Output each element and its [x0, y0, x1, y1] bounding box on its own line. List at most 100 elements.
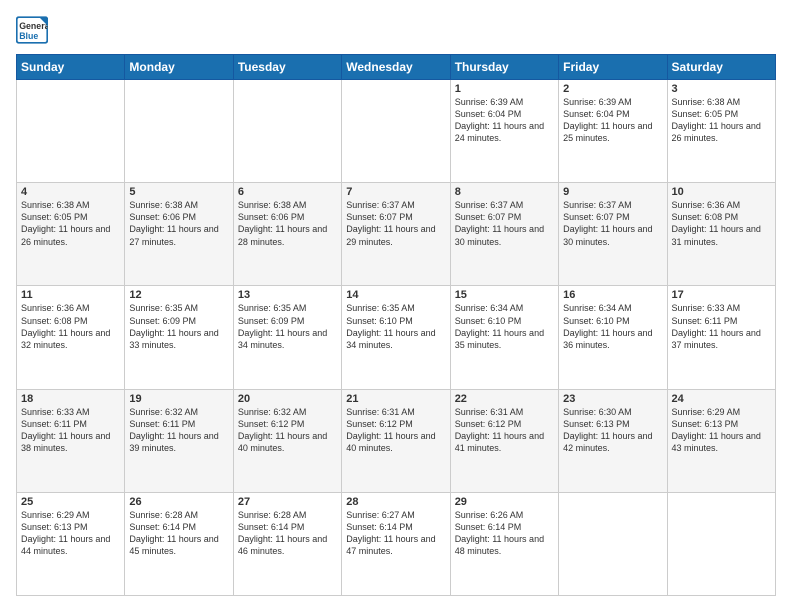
day-number: 10 [672, 186, 771, 198]
calendar-table: SundayMondayTuesdayWednesdayThursdayFrid… [16, 54, 776, 596]
day-info: Sunrise: 6:34 AM Sunset: 6:10 PM Dayligh… [455, 302, 554, 351]
day-info: Sunrise: 6:37 AM Sunset: 6:07 PM Dayligh… [563, 199, 662, 248]
day-info: Sunrise: 6:26 AM Sunset: 6:14 PM Dayligh… [455, 509, 554, 558]
day-number: 18 [21, 393, 120, 405]
day-number: 27 [238, 496, 337, 508]
day-number: 15 [455, 289, 554, 301]
calendar-day [17, 80, 125, 183]
day-info: Sunrise: 6:39 AM Sunset: 6:04 PM Dayligh… [455, 96, 554, 145]
calendar-day: 28 Sunrise: 6:27 AM Sunset: 6:14 PM Dayl… [342, 492, 450, 595]
day-info: Sunrise: 6:32 AM Sunset: 6:11 PM Dayligh… [129, 406, 228, 455]
day-number: 5 [129, 186, 228, 198]
weekday-header-saturday: Saturday [667, 55, 775, 80]
day-number: 11 [21, 289, 120, 301]
day-number: 4 [21, 186, 120, 198]
day-number: 22 [455, 393, 554, 405]
day-info: Sunrise: 6:29 AM Sunset: 6:13 PM Dayligh… [672, 406, 771, 455]
weekday-header-row: SundayMondayTuesdayWednesdayThursdayFrid… [17, 55, 776, 80]
calendar-week-1: 1 Sunrise: 6:39 AM Sunset: 6:04 PM Dayli… [17, 80, 776, 183]
day-number: 2 [563, 83, 662, 95]
page: General Blue SundayMondayTuesdayWednesda… [0, 0, 792, 612]
day-info: Sunrise: 6:33 AM Sunset: 6:11 PM Dayligh… [21, 406, 120, 455]
calendar-day: 8 Sunrise: 6:37 AM Sunset: 6:07 PM Dayli… [450, 183, 558, 286]
day-info: Sunrise: 6:37 AM Sunset: 6:07 PM Dayligh… [346, 199, 445, 248]
calendar-day: 26 Sunrise: 6:28 AM Sunset: 6:14 PM Dayl… [125, 492, 233, 595]
calendar-week-5: 25 Sunrise: 6:29 AM Sunset: 6:13 PM Dayl… [17, 492, 776, 595]
header: General Blue [16, 16, 776, 44]
day-info: Sunrise: 6:34 AM Sunset: 6:10 PM Dayligh… [563, 302, 662, 351]
day-info: Sunrise: 6:36 AM Sunset: 6:08 PM Dayligh… [21, 302, 120, 351]
day-info: Sunrise: 6:33 AM Sunset: 6:11 PM Dayligh… [672, 302, 771, 351]
day-info: Sunrise: 6:30 AM Sunset: 6:13 PM Dayligh… [563, 406, 662, 455]
day-number: 20 [238, 393, 337, 405]
calendar-day: 12 Sunrise: 6:35 AM Sunset: 6:09 PM Dayl… [125, 286, 233, 389]
weekday-header-tuesday: Tuesday [233, 55, 341, 80]
day-number: 3 [672, 83, 771, 95]
day-number: 7 [346, 186, 445, 198]
calendar-day: 19 Sunrise: 6:32 AM Sunset: 6:11 PM Dayl… [125, 389, 233, 492]
calendar-day: 6 Sunrise: 6:38 AM Sunset: 6:06 PM Dayli… [233, 183, 341, 286]
weekday-header-friday: Friday [559, 55, 667, 80]
day-info: Sunrise: 6:36 AM Sunset: 6:08 PM Dayligh… [672, 199, 771, 248]
day-info: Sunrise: 6:29 AM Sunset: 6:13 PM Dayligh… [21, 509, 120, 558]
calendar-day [667, 492, 775, 595]
day-number: 13 [238, 289, 337, 301]
calendar-day: 18 Sunrise: 6:33 AM Sunset: 6:11 PM Dayl… [17, 389, 125, 492]
day-number: 12 [129, 289, 228, 301]
calendar-day: 29 Sunrise: 6:26 AM Sunset: 6:14 PM Dayl… [450, 492, 558, 595]
calendar-day: 20 Sunrise: 6:32 AM Sunset: 6:12 PM Dayl… [233, 389, 341, 492]
calendar-day: 3 Sunrise: 6:38 AM Sunset: 6:05 PM Dayli… [667, 80, 775, 183]
day-number: 8 [455, 186, 554, 198]
calendar-day: 24 Sunrise: 6:29 AM Sunset: 6:13 PM Dayl… [667, 389, 775, 492]
day-info: Sunrise: 6:32 AM Sunset: 6:12 PM Dayligh… [238, 406, 337, 455]
day-number: 17 [672, 289, 771, 301]
svg-text:Blue: Blue [19, 31, 38, 41]
calendar-day: 25 Sunrise: 6:29 AM Sunset: 6:13 PM Dayl… [17, 492, 125, 595]
weekday-header-wednesday: Wednesday [342, 55, 450, 80]
logo-icon: General Blue [16, 16, 48, 44]
day-info: Sunrise: 6:35 AM Sunset: 6:10 PM Dayligh… [346, 302, 445, 351]
calendar-day: 22 Sunrise: 6:31 AM Sunset: 6:12 PM Dayl… [450, 389, 558, 492]
day-number: 19 [129, 393, 228, 405]
day-info: Sunrise: 6:37 AM Sunset: 6:07 PM Dayligh… [455, 199, 554, 248]
calendar-day: 5 Sunrise: 6:38 AM Sunset: 6:06 PM Dayli… [125, 183, 233, 286]
calendar-day [342, 80, 450, 183]
calendar-day: 27 Sunrise: 6:28 AM Sunset: 6:14 PM Dayl… [233, 492, 341, 595]
day-number: 25 [21, 496, 120, 508]
day-info: Sunrise: 6:38 AM Sunset: 6:05 PM Dayligh… [21, 199, 120, 248]
calendar-day: 11 Sunrise: 6:36 AM Sunset: 6:08 PM Dayl… [17, 286, 125, 389]
calendar-week-3: 11 Sunrise: 6:36 AM Sunset: 6:08 PM Dayl… [17, 286, 776, 389]
calendar-day: 16 Sunrise: 6:34 AM Sunset: 6:10 PM Dayl… [559, 286, 667, 389]
calendar-week-4: 18 Sunrise: 6:33 AM Sunset: 6:11 PM Dayl… [17, 389, 776, 492]
day-number: 6 [238, 186, 337, 198]
day-number: 24 [672, 393, 771, 405]
day-number: 26 [129, 496, 228, 508]
calendar-day: 13 Sunrise: 6:35 AM Sunset: 6:09 PM Dayl… [233, 286, 341, 389]
day-info: Sunrise: 6:31 AM Sunset: 6:12 PM Dayligh… [346, 406, 445, 455]
day-number: 1 [455, 83, 554, 95]
calendar-day: 9 Sunrise: 6:37 AM Sunset: 6:07 PM Dayli… [559, 183, 667, 286]
day-number: 28 [346, 496, 445, 508]
calendar-day: 2 Sunrise: 6:39 AM Sunset: 6:04 PM Dayli… [559, 80, 667, 183]
calendar-day: 14 Sunrise: 6:35 AM Sunset: 6:10 PM Dayl… [342, 286, 450, 389]
day-info: Sunrise: 6:39 AM Sunset: 6:04 PM Dayligh… [563, 96, 662, 145]
logo: General Blue [16, 16, 48, 44]
day-number: 9 [563, 186, 662, 198]
day-info: Sunrise: 6:28 AM Sunset: 6:14 PM Dayligh… [129, 509, 228, 558]
calendar-day: 4 Sunrise: 6:38 AM Sunset: 6:05 PM Dayli… [17, 183, 125, 286]
calendar-day: 7 Sunrise: 6:37 AM Sunset: 6:07 PM Dayli… [342, 183, 450, 286]
day-info: Sunrise: 6:35 AM Sunset: 6:09 PM Dayligh… [129, 302, 228, 351]
calendar-day [233, 80, 341, 183]
day-info: Sunrise: 6:38 AM Sunset: 6:06 PM Dayligh… [238, 199, 337, 248]
calendar-day: 17 Sunrise: 6:33 AM Sunset: 6:11 PM Dayl… [667, 286, 775, 389]
day-info: Sunrise: 6:31 AM Sunset: 6:12 PM Dayligh… [455, 406, 554, 455]
weekday-header-thursday: Thursday [450, 55, 558, 80]
calendar-day [559, 492, 667, 595]
weekday-header-sunday: Sunday [17, 55, 125, 80]
day-number: 16 [563, 289, 662, 301]
day-number: 14 [346, 289, 445, 301]
svg-text:General: General [19, 21, 48, 31]
day-info: Sunrise: 6:27 AM Sunset: 6:14 PM Dayligh… [346, 509, 445, 558]
calendar-day: 1 Sunrise: 6:39 AM Sunset: 6:04 PM Dayli… [450, 80, 558, 183]
calendar-day: 21 Sunrise: 6:31 AM Sunset: 6:12 PM Dayl… [342, 389, 450, 492]
